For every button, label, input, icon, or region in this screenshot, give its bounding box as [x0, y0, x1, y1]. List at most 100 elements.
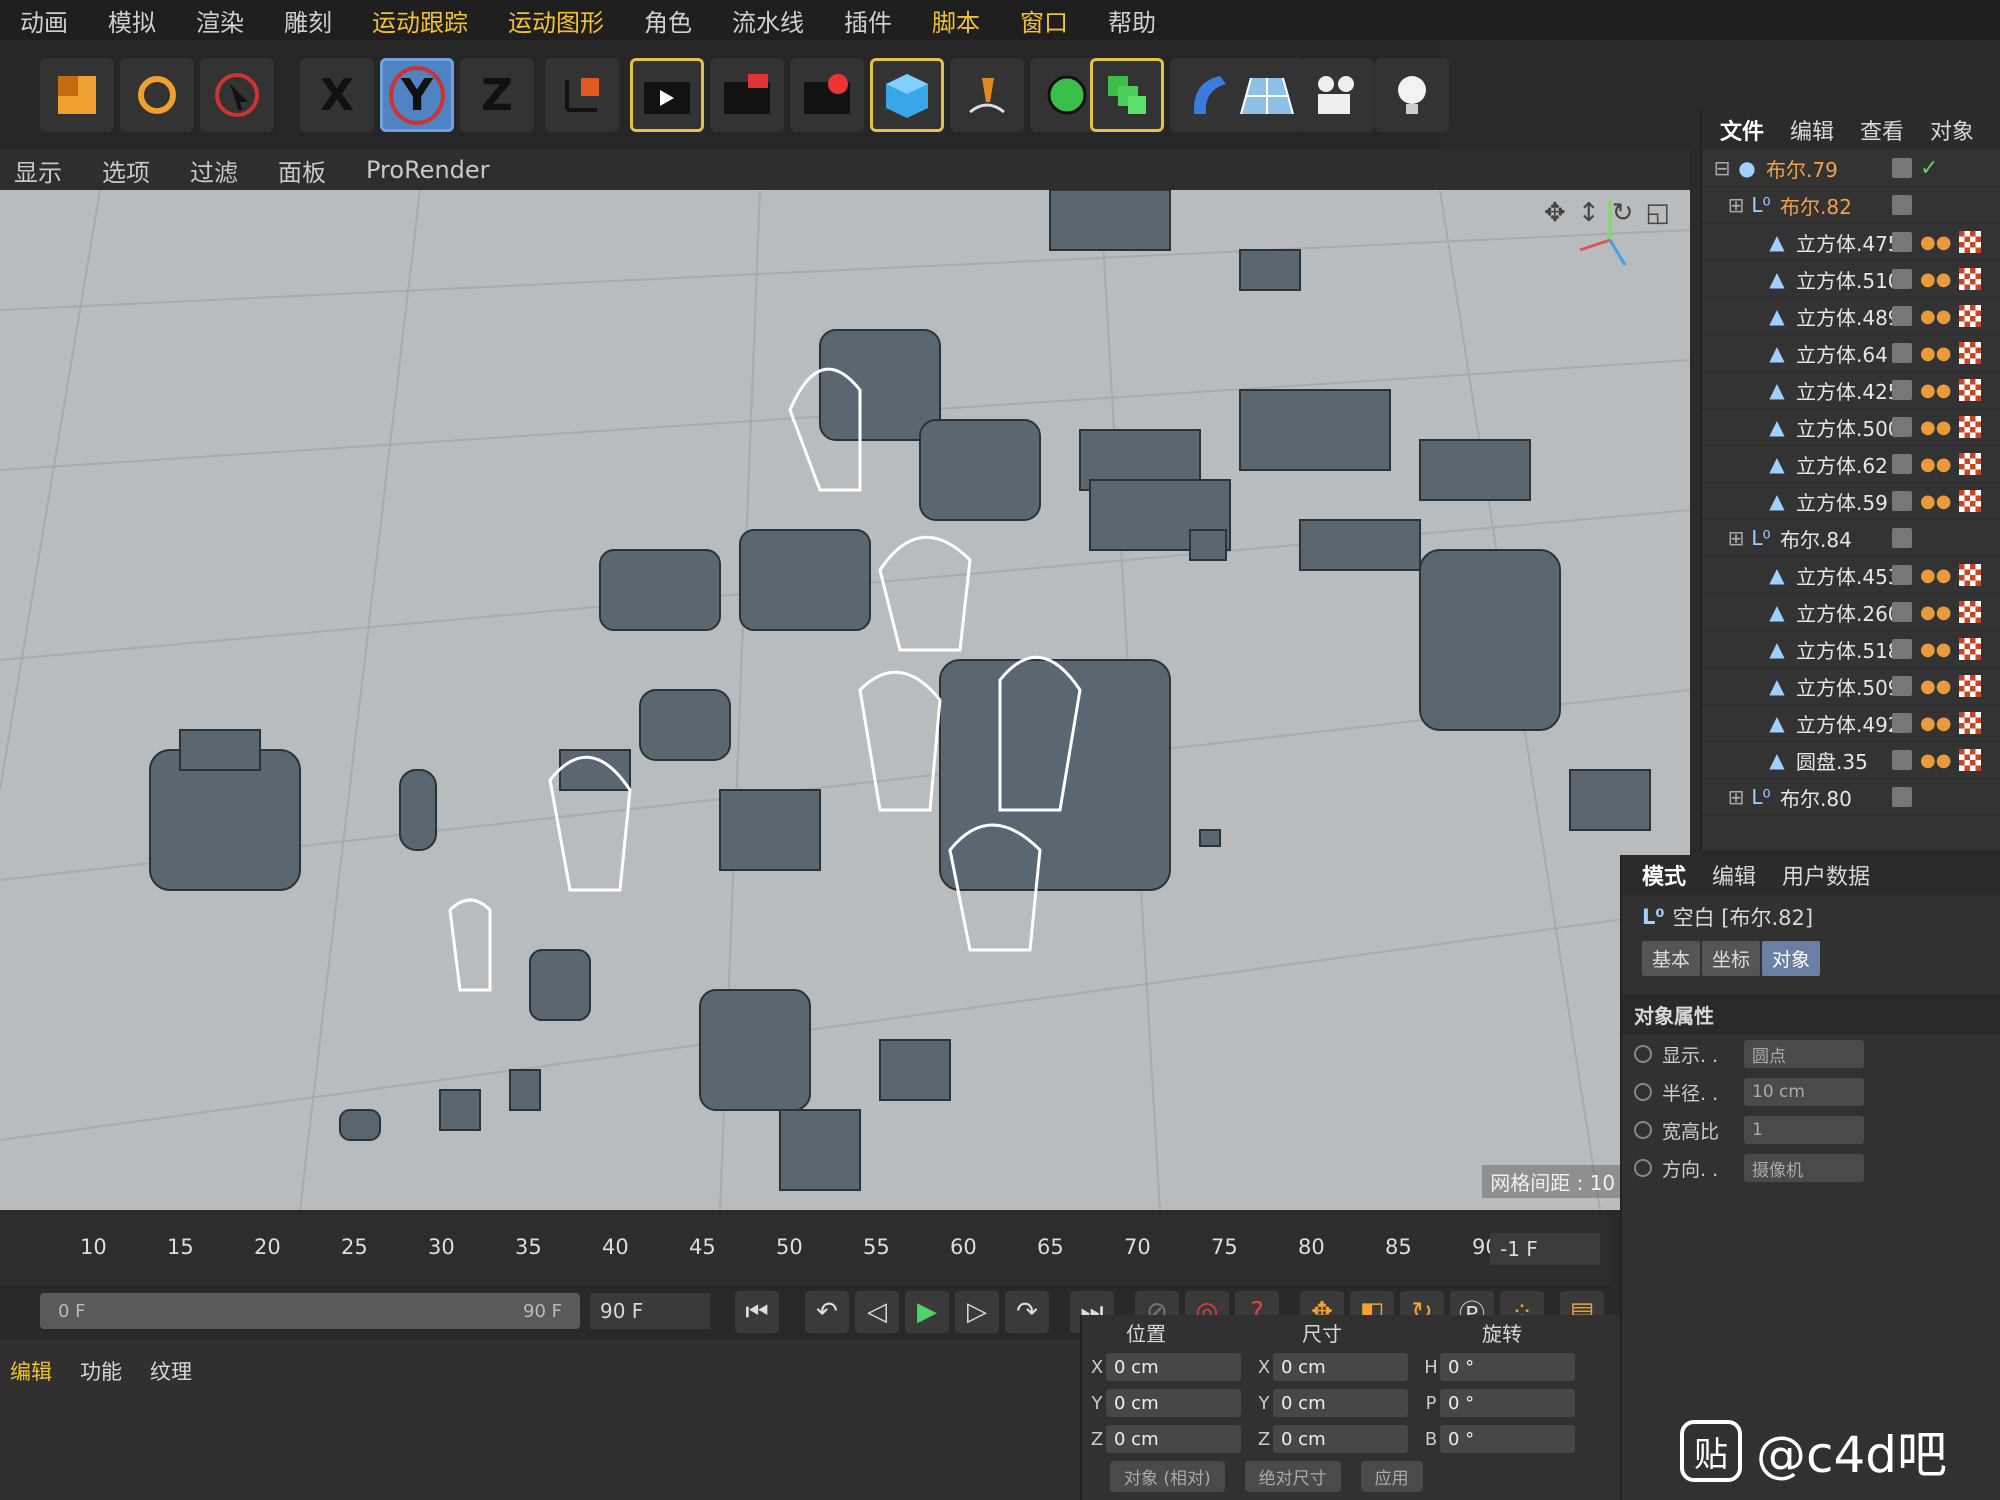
position-input[interactable]: 0 cm [1106, 1425, 1241, 1453]
material-tag-icon[interactable] [1959, 712, 1982, 734]
phong-tag-icon[interactable]: ●● [1920, 306, 1951, 327]
next-key-button[interactable]: ↷ [1005, 1291, 1049, 1333]
object-row[interactable]: ⊞ L⁰ 布尔.84 [1702, 520, 2000, 557]
menu-window[interactable]: 窗口 [1020, 3, 1068, 38]
object-name[interactable]: 立方体.489 [1796, 302, 1901, 331]
object-name[interactable]: 立方体.64 [1796, 339, 1888, 368]
attr-aspect-input[interactable]: 1 [1744, 1116, 1864, 1144]
mat-menu-texture[interactable]: 纹理 [150, 1356, 192, 1386]
maximize-view-icon[interactable]: ◱ [1645, 198, 1670, 228]
material-tag-icon[interactable] [1959, 638, 1982, 660]
attr-display-radio[interactable] [1634, 1045, 1652, 1063]
size-input[interactable]: 0 cm [1273, 1353, 1408, 1381]
visibility-toggle-icon[interactable] [1892, 195, 1912, 215]
visibility-toggle-icon[interactable] [1892, 380, 1912, 400]
om-menu-view[interactable]: 查看 [1860, 114, 1904, 146]
viewport-menu-display[interactable]: 显示 [14, 153, 62, 188]
end-frame-field[interactable]: 90 F [590, 1293, 710, 1329]
render-settings-button[interactable] [790, 58, 864, 132]
axis-y-button[interactable]: Y [380, 58, 454, 132]
tree-toggle-icon[interactable]: ⊞ [1724, 526, 1748, 550]
rotation-input[interactable]: 0 ° [1440, 1425, 1575, 1453]
visibility-toggle-icon[interactable] [1892, 528, 1912, 548]
phong-tag-icon[interactable]: ●● [1920, 676, 1951, 697]
visibility-toggle-icon[interactable] [1892, 602, 1912, 622]
material-tag-icon[interactable] [1959, 416, 1982, 438]
visibility-toggle-icon[interactable] [1892, 232, 1912, 252]
object-name[interactable]: 圆盘.35 [1796, 746, 1868, 775]
material-tag-icon[interactable] [1959, 379, 1982, 401]
tree-toggle-icon[interactable]: ⊞ [1724, 785, 1748, 809]
3d-viewport[interactable]: ✥ ↕ ↻ ◱ 网格间距 : 10 cm [0, 190, 1690, 1210]
visibility-toggle-icon[interactable] [1892, 565, 1912, 585]
move-view-icon[interactable]: ✥ [1544, 198, 1566, 228]
rotation-input[interactable]: 0 ° [1440, 1353, 1575, 1381]
visibility-toggle-icon[interactable] [1892, 343, 1912, 363]
object-name[interactable]: 立方体.510 [1796, 265, 1901, 294]
zoom-view-icon[interactable]: ↕ [1578, 198, 1600, 228]
object-name[interactable]: 立方体.475 [1796, 228, 1901, 257]
attr-aspect-radio[interactable] [1634, 1121, 1652, 1139]
menu-motion-tracking[interactable]: 运动跟踪 [372, 3, 468, 38]
object-name[interactable]: 立方体.509 [1796, 672, 1901, 701]
scale-tool-button[interactable] [40, 58, 114, 132]
rotation-input[interactable]: 0 ° [1440, 1389, 1575, 1417]
material-tag-icon[interactable] [1959, 749, 1982, 771]
object-name[interactable]: 立方体.425 [1796, 376, 1901, 405]
phong-tag-icon[interactable]: ●● [1920, 417, 1951, 438]
phong-tag-icon[interactable]: ●● [1920, 491, 1951, 512]
menu-character[interactable]: 角色 [644, 3, 692, 38]
tree-toggle-icon[interactable]: ⊟ [1710, 156, 1734, 180]
render-view-button[interactable] [630, 58, 704, 132]
object-row[interactable]: ▲ 立方体.425 ●● [1702, 372, 2000, 409]
attr-orientation-select[interactable]: 摄像机 [1744, 1154, 1864, 1182]
go-to-start-button[interactable]: ⏮ [735, 1291, 779, 1333]
live-select-button[interactable] [200, 58, 274, 132]
object-name[interactable]: 布尔.84 [1780, 524, 1852, 553]
am-menu-mode[interactable]: 模式 [1642, 859, 1686, 891]
enabled-check-icon[interactable]: ✓ [1920, 156, 1938, 181]
phong-tag-icon[interactable]: ●● [1920, 343, 1951, 364]
previous-key-button[interactable]: ↶ [805, 1291, 849, 1333]
om-menu-edit[interactable]: 编辑 [1790, 114, 1834, 146]
material-tag-icon[interactable] [1959, 268, 1982, 290]
viewport-menu-panel[interactable]: 面板 [278, 153, 326, 188]
render-region-button[interactable] [710, 58, 784, 132]
object-name[interactable]: 立方体.260 [1796, 598, 1901, 627]
viewport-menu-options[interactable]: 选项 [102, 153, 150, 188]
object-row[interactable]: ▲ 圆盘.35 ●● [1702, 742, 2000, 779]
object-name[interactable]: 立方体.500 [1796, 413, 1901, 442]
material-tag-icon[interactable] [1959, 453, 1982, 475]
menu-simulate[interactable]: 模拟 [108, 3, 156, 38]
object-row[interactable]: ▲ 立方体.492 ●● [1702, 705, 2000, 742]
object-row[interactable]: ▲ 立方体.62 ●● [1702, 446, 2000, 483]
visibility-toggle-icon[interactable] [1892, 158, 1912, 178]
viewport-menu-filter[interactable]: 过滤 [190, 153, 238, 188]
size-input[interactable]: 0 cm [1273, 1425, 1408, 1453]
attr-display-select[interactable]: 圆点 [1744, 1040, 1864, 1068]
om-menu-file[interactable]: 文件 [1720, 114, 1764, 146]
position-input[interactable]: 0 cm [1106, 1353, 1241, 1381]
object-row[interactable]: ▲ 立方体.453 ●● [1702, 557, 2000, 594]
viewport-menu-prorender[interactable]: ProRender [366, 156, 490, 184]
om-menu-object[interactable]: 对象 [1930, 114, 1974, 146]
phong-tag-icon[interactable]: ●● [1920, 565, 1951, 586]
axis-x-button[interactable]: X [300, 58, 374, 132]
camera-button[interactable] [1300, 58, 1374, 132]
phong-tag-icon[interactable]: ●● [1920, 713, 1951, 734]
phong-tag-icon[interactable]: ●● [1920, 269, 1951, 290]
phong-tag-icon[interactable]: ●● [1920, 454, 1951, 475]
visibility-toggle-icon[interactable] [1892, 269, 1912, 289]
menu-render[interactable]: 渲染 [196, 3, 244, 38]
play-button[interactable]: ▶ [905, 1291, 949, 1333]
visibility-toggle-icon[interactable] [1892, 750, 1912, 770]
am-menu-userdata[interactable]: 用户数据 [1782, 859, 1870, 891]
object-name[interactable]: 布尔.80 [1780, 783, 1852, 812]
current-frame-field[interactable]: -1 F [1490, 1233, 1600, 1265]
attr-radius-radio[interactable] [1634, 1083, 1652, 1101]
object-name[interactable]: 布尔.79 [1766, 154, 1838, 183]
menu-animation[interactable]: 动画 [20, 3, 68, 38]
visibility-toggle-icon[interactable] [1892, 713, 1912, 733]
material-tag-icon[interactable] [1959, 675, 1982, 697]
object-row[interactable]: ▲ 立方体.475 ●● [1702, 224, 2000, 261]
